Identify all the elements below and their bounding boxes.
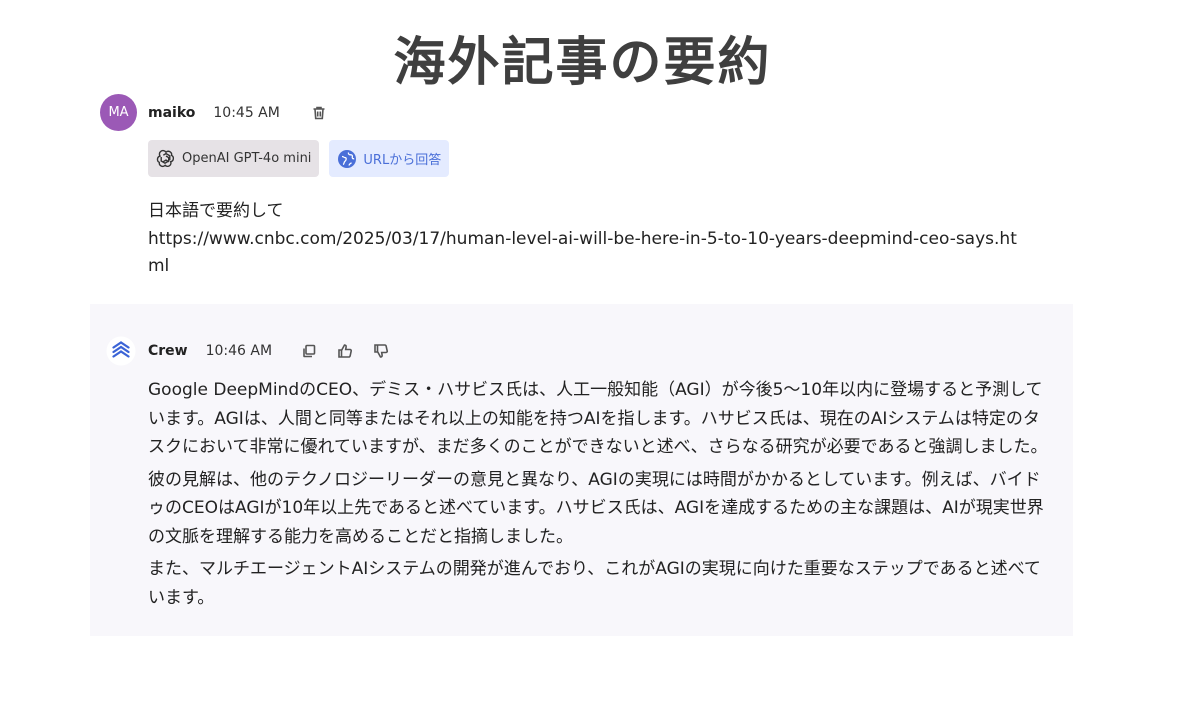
user-message-text: 日本語で要約して https://www.cnbc.com/2025/03/17… (148, 198, 1028, 281)
trash-icon[interactable] (310, 104, 328, 122)
url-answer-chip[interactable]: URLから回答 (329, 140, 450, 177)
globe-icon (338, 149, 357, 168)
thumbs-up-icon[interactable] (336, 342, 354, 360)
model-chip[interactable]: OpenAI GPT-4o mini (148, 140, 320, 177)
message-chips: OpenAI GPT-4o mini URLから回答 (148, 140, 450, 177)
message-header: maiko 10:45 AM (148, 102, 328, 124)
page-title: 海外記事の要約 (393, 33, 772, 93)
user-message-url[interactable]: https://www.cnbc.com/2025/03/17/human-le… (148, 226, 1028, 281)
user-message-line: 日本語で要約して (148, 201, 284, 221)
bot-message: Crew 10:46 AM Google DeepMindのCEO、デミス・ハサ… (90, 304, 1073, 636)
bot-paragraph: 彼の見解は、他のテクノロジーリーダーの意見と異なり、AGIの実現には時間がかかる… (148, 469, 1044, 547)
bot-paragraph: Google DeepMindのCEO、デミス・ハサビス氏は、人工一般知能（AG… (148, 380, 1048, 457)
username: maiko (148, 105, 196, 121)
bot-paragraph: また、マルチエージェントAIシステムの開発が進んでおり、これがAGIの実現に向け… (148, 559, 1041, 608)
bot-name: Crew (148, 343, 188, 359)
bot-message-text: Google DeepMindのCEO、デミス・ハサビス氏は、人工一般知能（AG… (148, 376, 1048, 616)
timestamp: 10:45 AM (213, 105, 280, 121)
avatar: MA (100, 94, 137, 131)
timestamp: 10:46 AM (205, 343, 273, 359)
openai-icon (156, 149, 175, 167)
copy-icon[interactable] (300, 342, 318, 360)
url-answer-chip-label: URLから回答 (363, 153, 442, 168)
thumbs-down-icon[interactable] (372, 342, 390, 360)
crew-logo-icon (106, 336, 136, 366)
bot-message-header: Crew 10:46 AM (148, 340, 408, 362)
model-chip-label: OpenAI GPT-4o mini (182, 151, 312, 166)
